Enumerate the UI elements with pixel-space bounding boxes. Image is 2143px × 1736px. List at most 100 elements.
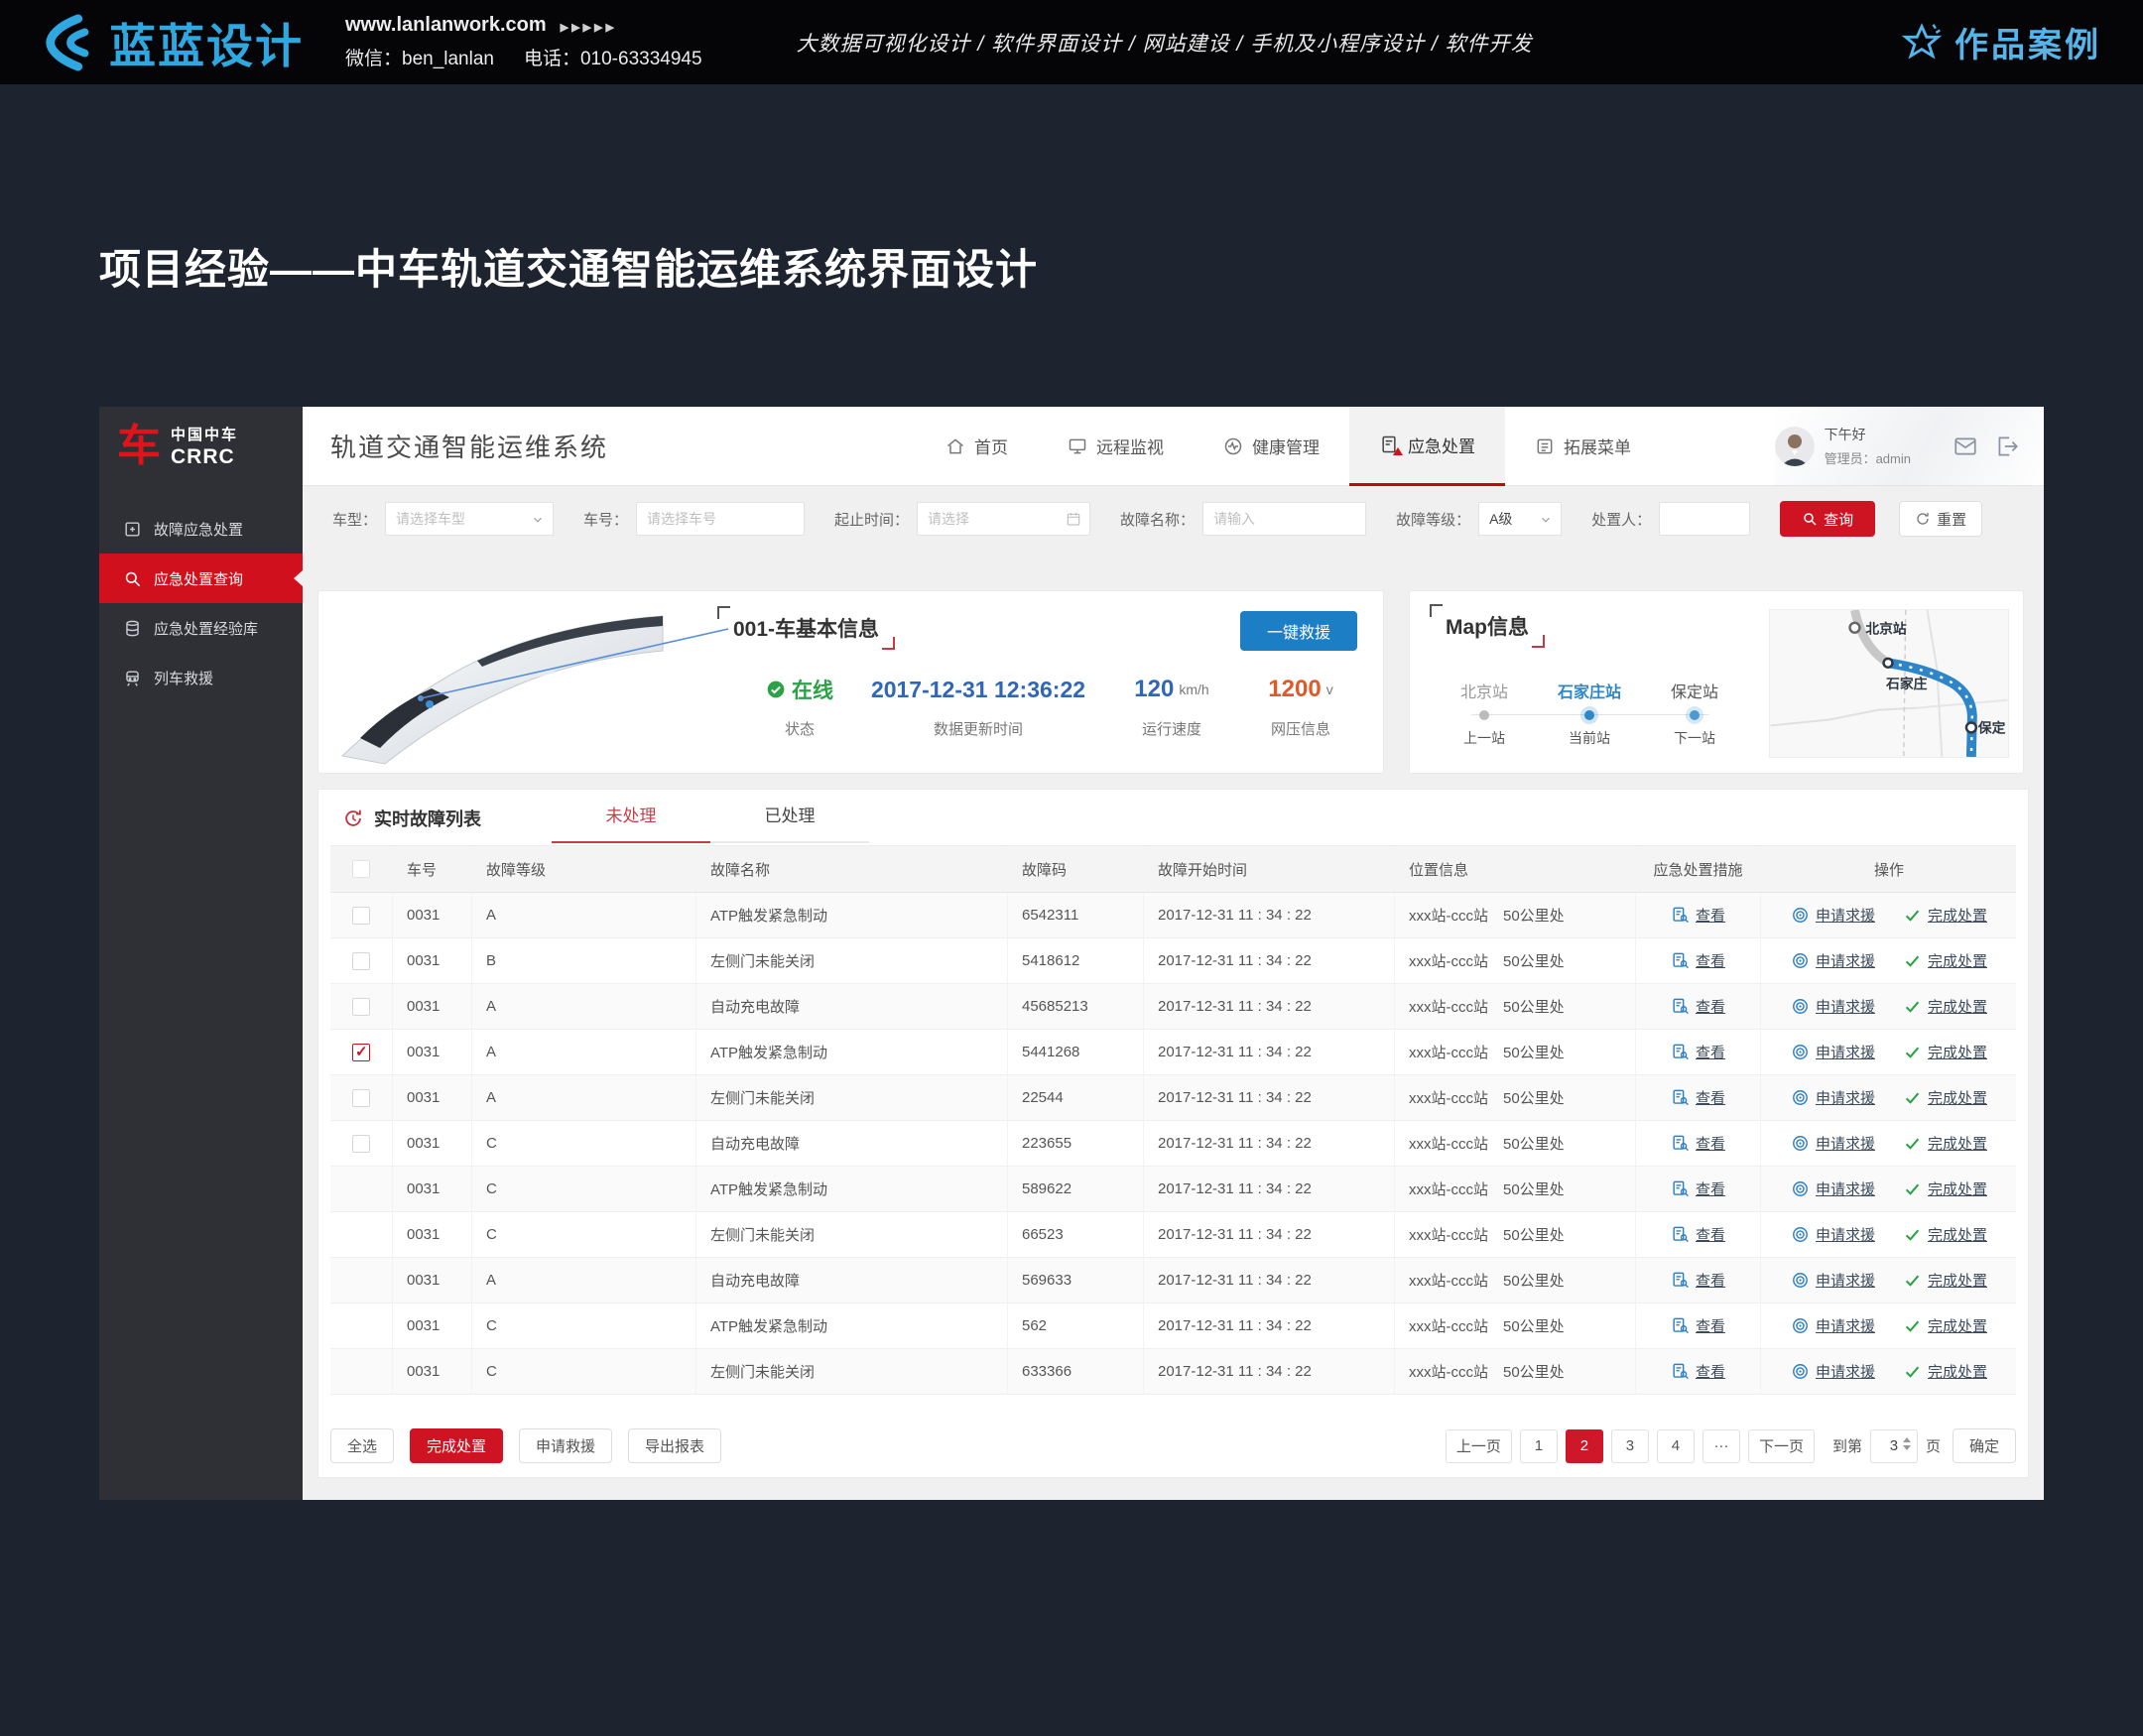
tab-health[interactable]: 健康管理 (1194, 407, 1349, 486)
complete-link[interactable]: 完成处置 (1903, 1315, 1987, 1336)
avatar[interactable] (1775, 427, 1815, 466)
request-rescue-label: 申请求援 (1816, 1178, 1875, 1199)
chevron-down-icon (1539, 513, 1553, 527)
request-rescue-link[interactable]: 申请求援 (1791, 1178, 1875, 1199)
page-button[interactable]: 3 (1611, 1429, 1649, 1463)
view-link[interactable]: 查看 (1671, 1042, 1725, 1062)
complete-link[interactable]: 完成处置 (1903, 1133, 1987, 1154)
view-link[interactable]: 查看 (1671, 1270, 1725, 1291)
request-rescue-link[interactable]: 申请求援 (1791, 950, 1875, 971)
page-button[interactable]: 2 (1566, 1429, 1603, 1463)
reset-button[interactable]: 重置 (1899, 501, 1982, 537)
col-actions: 操作 (1761, 846, 2017, 892)
view-link[interactable]: 查看 (1671, 996, 1725, 1017)
fault-level-select[interactable]: A级 (1478, 502, 1562, 536)
refresh-icon (1915, 511, 1931, 527)
tab-extended-menu[interactable]: 拓展菜单 (1505, 407, 1661, 486)
row-checkbox[interactable] (352, 907, 370, 925)
car-no-field (636, 502, 805, 536)
view-link[interactable]: 查看 (1671, 1224, 1725, 1245)
page-title: 项目经验——中车轨道交通智能运维系统界面设计 (99, 236, 1038, 297)
view-link[interactable]: 查看 (1671, 905, 1725, 926)
fault-name-input[interactable] (1213, 511, 1355, 527)
request-rescue-link[interactable]: 申请求援 (1791, 1087, 1875, 1108)
row-checkbox[interactable] (352, 1135, 370, 1153)
request-rescue-link[interactable]: 申请求援 (1791, 905, 1875, 926)
update-time-label: 数据更新时间 (854, 718, 1102, 739)
tab-emergency[interactable]: 应急处置 (1349, 407, 1505, 486)
complete-link[interactable]: 完成处置 (1903, 1270, 1987, 1291)
export-report-button[interactable]: 导出报表 (628, 1428, 721, 1463)
page-number-stepper[interactable]: 3 (1870, 1429, 1918, 1463)
complete-link[interactable]: 完成处置 (1903, 996, 1987, 1017)
tab-home[interactable]: 首页 (916, 407, 1038, 486)
sidebar-item-emergency-query[interactable]: 应急处置查询 (99, 554, 303, 603)
request-rescue-link[interactable]: 申请求援 (1791, 1133, 1875, 1154)
date-picker[interactable]: 请选择 (917, 502, 1090, 536)
page-button[interactable]: 1 (1520, 1429, 1558, 1463)
handler-input[interactable] (1670, 511, 1739, 527)
request-rescue-link[interactable]: 申请求援 (1791, 1270, 1875, 1291)
page-button[interactable]: 4 (1657, 1429, 1695, 1463)
view-link[interactable]: 查看 (1671, 1361, 1725, 1382)
car-type-select[interactable]: 请选择车型 (385, 502, 554, 536)
view-link[interactable]: 查看 (1671, 950, 1725, 971)
complete-link[interactable]: 完成处置 (1903, 950, 1987, 971)
cell-fault-level: C (472, 1212, 696, 1257)
car-no-input[interactable] (647, 511, 794, 527)
complete-label: 完成处置 (1928, 1087, 1987, 1108)
page: 蓝蓝设计 www.lanlanwork.com▶▶▶▶▶ 微信：ben_lanl… (0, 0, 2143, 1736)
panel-footer: 全选 完成处置 申请救援 导出报表 上一页 1 2 (330, 1428, 2016, 1463)
view-label: 查看 (1696, 1224, 1725, 1245)
table-row: 0031 A ATP触发紧急制动 6542311 2017-12-31 11 :… (330, 893, 2016, 938)
crrc-logo-icon: 车 (117, 425, 161, 468)
row-checkbox[interactable] (352, 1089, 370, 1107)
page-button[interactable]: 下一页 (1748, 1429, 1815, 1463)
view-link[interactable]: 查看 (1671, 1133, 1725, 1154)
fault-list-panel: 实时故障列表 未处理 已处理 车号 故障等级 故障名称 故障码 故障开始时间 (317, 789, 2029, 1478)
page-button[interactable]: 上一页 (1446, 1429, 1512, 1463)
tab-remote-monitor[interactable]: 远程监视 (1038, 407, 1194, 486)
apply-rescue-button[interactable]: 申请救援 (519, 1428, 612, 1463)
fault-name-label: 故障名称： (1120, 509, 1195, 530)
row-checkbox[interactable] (352, 1044, 370, 1061)
request-rescue-link[interactable]: 申请求援 (1791, 1315, 1875, 1336)
confirm-button[interactable]: 确定 (1953, 1428, 2016, 1463)
complete-link[interactable]: 完成处置 (1903, 1361, 1987, 1382)
complete-link[interactable]: 完成处置 (1903, 1178, 1987, 1199)
view-link[interactable]: 查看 (1671, 1087, 1725, 1108)
check-icon (1903, 997, 1922, 1016)
cell-fault-name: 左侧门未能关闭 (696, 1075, 1008, 1120)
complete-link[interactable]: 完成处置 (1903, 905, 1987, 926)
logout-icon[interactable] (1994, 434, 2020, 459)
request-rescue-link[interactable]: 申请求援 (1791, 1361, 1875, 1382)
select-all-checkbox[interactable] (352, 860, 370, 878)
row-checkbox[interactable] (352, 998, 370, 1016)
view-link[interactable]: 查看 (1671, 1178, 1725, 1199)
complete-link[interactable]: 完成处置 (1903, 1224, 1987, 1245)
cell-fault-level: A (472, 893, 696, 937)
cell-start-time: 2017-12-31 11 : 34 : 22 (1144, 1212, 1395, 1257)
tab-pending[interactable]: 未处理 (552, 790, 710, 843)
sidebar-item-fault-emergency[interactable]: 故障应急处置 (99, 504, 303, 554)
list-tabs: 未处理 已处理 (552, 790, 869, 843)
sidebar-item-experience-library[interactable]: 应急处置经验库 (99, 603, 303, 653)
select-all-button[interactable]: 全选 (330, 1428, 394, 1463)
one-key-rescue-button[interactable]: 一键救援 (1240, 611, 1357, 651)
complete-link[interactable]: 完成处置 (1903, 1042, 1987, 1062)
search-button[interactable]: 查询 (1780, 501, 1875, 537)
sidebar-item-train-rescue[interactable]: 列车救援 (99, 653, 303, 702)
view-link[interactable]: 查看 (1671, 1315, 1725, 1336)
database-icon (123, 619, 142, 638)
cell-start-time: 2017-12-31 11 : 34 : 22 (1144, 893, 1395, 937)
complete-link[interactable]: 完成处置 (1903, 1087, 1987, 1108)
request-rescue-link[interactable]: 申请求援 (1791, 1224, 1875, 1245)
complete-handle-button[interactable]: 完成处置 (410, 1428, 503, 1463)
mail-icon[interactable] (1953, 434, 1978, 459)
tab-processed[interactable]: 已处理 (710, 790, 869, 843)
page-button[interactable]: ··· (1702, 1429, 1740, 1463)
request-rescue-link[interactable]: 申请求援 (1791, 1042, 1875, 1062)
portfolio-label: 作品案例 (1954, 18, 2101, 66)
request-rescue-link[interactable]: 申请求援 (1791, 996, 1875, 1017)
row-checkbox[interactable] (352, 952, 370, 970)
